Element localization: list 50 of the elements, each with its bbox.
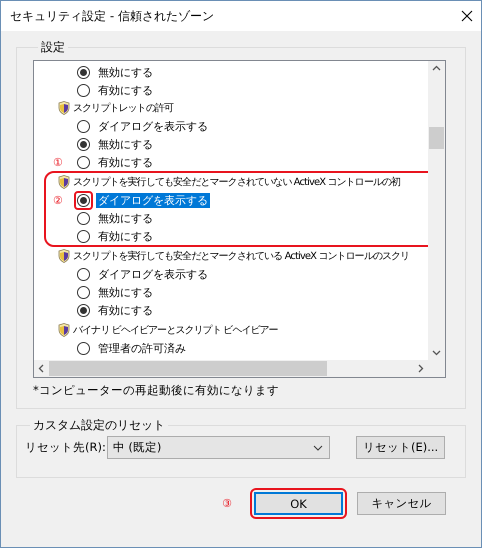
radio-button[interactable] [77,286,90,298]
dialog-button[interactable]: キャンセル [357,492,446,515]
group-label: カスタム設定のリセット [32,417,166,434]
dialog-button[interactable]: OK [254,492,343,515]
category-label: スクリプトレットの許可 [73,102,174,115]
radio-button[interactable] [77,66,90,78]
option-label[interactable]: ダイアログを表示する [96,118,210,134]
shield-icon [58,323,70,337]
radio-button[interactable] [77,230,90,242]
field-label: リセット先(R): [25,440,107,455]
radio-button[interactable] [77,194,90,206]
scroll-thumb[interactable] [429,127,444,149]
radio-button[interactable] [77,268,90,280]
restart-note: *コンピューターの再起動後に有効になります [33,383,280,398]
option-label[interactable]: 無効にする [96,136,155,152]
option-label[interactable]: 有効にする [96,228,155,244]
option-label[interactable]: 無効にする [96,210,155,226]
chevron-down-icon [313,444,324,450]
scroll-thumb[interactable] [49,361,327,376]
radio-button[interactable] [77,304,90,316]
category-label: バイナリ ビヘイビアーとスクリプト ビヘイビアー [73,324,278,337]
radio-button[interactable] [77,342,90,354]
window-title: セキュリティ設定 - 信頼されたゾーン [10,8,214,24]
option-label[interactable]: 有効にする [96,302,155,318]
option-label[interactable]: 有効にする [96,82,155,98]
radio-button[interactable] [77,156,90,168]
annotation-number: ② [53,194,63,206]
vertical-scrollbar[interactable] [428,61,445,360]
reset-level-dropdown[interactable]: 中 (既定) [106,436,330,459]
option-label[interactable]: 無効にする [96,64,155,80]
radio-button[interactable] [77,212,90,224]
category-label: スクリプトを実行しても安全だとマークされていない ActiveX コントロールの初 [73,176,400,189]
annotation-number: ① [53,156,63,168]
group-label: 設定 [40,39,66,56]
radio-button[interactable] [77,84,90,96]
option-label[interactable]: 無効にする [96,284,155,300]
option-label[interactable]: ダイアログを表示する [96,192,210,208]
reset-button[interactable]: リセット(E)... [356,436,445,459]
radio-button[interactable] [77,120,90,132]
radio-button[interactable] [77,138,90,150]
shield-icon [58,101,70,115]
option-label[interactable]: ダイアログを表示する [96,266,210,282]
category-label: スクリプトを実行しても安全だとマークされている ActiveX コントロールのスクリ [73,250,410,263]
shield-icon [58,249,70,263]
shield-icon [58,175,70,189]
horizontal-scrollbar[interactable] [34,360,428,377]
option-label[interactable]: 有効にする [96,154,155,170]
close-icon[interactable] [461,10,473,22]
annotation-number: ③ [222,497,232,510]
option-label[interactable]: 管理者の許可済み [96,340,188,356]
